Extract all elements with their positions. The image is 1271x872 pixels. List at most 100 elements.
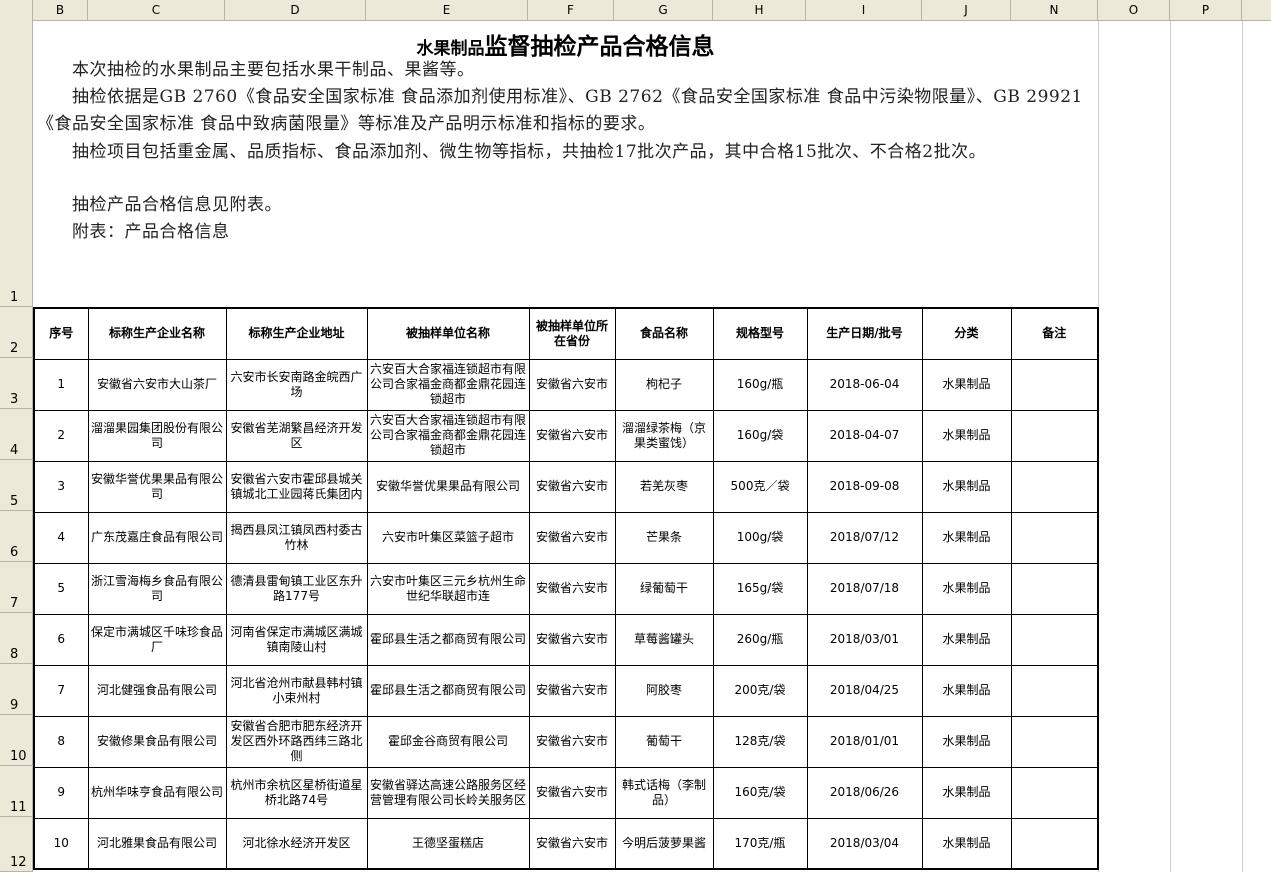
table-cell[interactable]: 安徽修果食品有限公司 xyxy=(87,715,227,768)
table-cell[interactable]: 安徽省驿达高速公路服务区经营管理有限公司长岭关服务区 xyxy=(366,766,530,819)
table-cell[interactable]: 10 xyxy=(33,817,89,870)
table-header-cell[interactable]: 规格型号 xyxy=(712,307,808,360)
table-cell[interactable]: 阿胶枣 xyxy=(614,664,714,717)
table-cell[interactable]: 草莓酱罐头 xyxy=(614,613,714,666)
table-cell[interactable]: 六安市叶集区三元乡杭州生命世纪华联超市连 xyxy=(366,562,530,615)
table-cell[interactable]: 安徽省六安市 xyxy=(528,613,616,666)
table-cell[interactable]: 杭州市余杭区星桥街道星桥北路74号 xyxy=(225,766,368,819)
table-cell[interactable]: 河北省沧州市献县韩村镇小束州村 xyxy=(225,664,368,717)
row-header-4[interactable]: 4 xyxy=(0,409,33,460)
table-cell[interactable]: 揭西县凤江镇凤西村委古竹林 xyxy=(225,511,368,564)
table-cell[interactable]: 安徽省六安市 xyxy=(528,715,616,768)
table-cell[interactable]: 水果制品 xyxy=(921,511,1012,564)
table-cell[interactable]: 水果制品 xyxy=(921,613,1012,666)
table-cell[interactable] xyxy=(1010,715,1099,768)
table-cell[interactable]: 安徽华誉优果果品有限公司 xyxy=(87,460,227,513)
table-cell[interactable]: 保定市满城区千味珍食品厂 xyxy=(87,613,227,666)
row-header-1[interactable]: 1 xyxy=(0,21,33,307)
table-cell[interactable]: 杭州华味亨食品有限公司 xyxy=(87,766,227,819)
table-cell[interactable] xyxy=(1010,613,1099,666)
table-cell[interactable] xyxy=(1010,409,1099,462)
table-cell[interactable]: 六安市叶集区菜篮子超市 xyxy=(366,511,530,564)
table-cell[interactable]: 安徽省六安市 xyxy=(528,562,616,615)
table-cell[interactable]: 128克/袋 xyxy=(712,715,808,768)
table-cell[interactable]: 260g/瓶 xyxy=(712,613,808,666)
column-header-n[interactable]: N xyxy=(1011,0,1098,21)
table-header-cell[interactable]: 分类 xyxy=(921,307,1012,360)
table-cell[interactable]: 水果制品 xyxy=(921,562,1012,615)
table-cell[interactable]: 8 xyxy=(33,715,89,768)
table-cell[interactable]: 河南省保定市满城区满城镇南陵山村 xyxy=(225,613,368,666)
table-cell[interactable]: 六安百大合家福连锁超市有限公司合家福金商都金鼎花园连锁超市 xyxy=(366,358,530,411)
table-cell[interactable]: 5 xyxy=(33,562,89,615)
table-cell[interactable] xyxy=(1010,562,1099,615)
row-header-5[interactable]: 5 xyxy=(0,460,33,511)
table-cell[interactable]: 今明后菠萝果酱 xyxy=(614,817,714,870)
table-cell[interactable]: 德清县雷甸镇工业区东升路177号 xyxy=(225,562,368,615)
table-cell[interactable]: 安徽省六安市 xyxy=(528,409,616,462)
table-header-cell[interactable]: 标称生产企业地址 xyxy=(225,307,368,360)
table-cell[interactable]: 160g/袋 xyxy=(712,409,808,462)
table-cell[interactable]: 9 xyxy=(33,766,89,819)
column-header-f[interactable]: F xyxy=(528,0,614,21)
table-cell[interactable]: 500克／袋 xyxy=(712,460,808,513)
table-cell[interactable]: 2018/07/18 xyxy=(806,562,923,615)
table-cell[interactable]: 2018/04/25 xyxy=(806,664,923,717)
table-cell[interactable] xyxy=(1010,766,1099,819)
table-cell[interactable] xyxy=(1010,817,1099,870)
table-cell[interactable]: 六安市长安南路金皖西广场 xyxy=(225,358,368,411)
table-cell[interactable]: 水果制品 xyxy=(921,409,1012,462)
table-cell[interactable]: 河北健强食品有限公司 xyxy=(87,664,227,717)
row-header-11[interactable]: 11 xyxy=(0,766,33,817)
table-cell[interactable]: 2018-04-07 xyxy=(806,409,923,462)
row-header-6[interactable]: 6 xyxy=(0,511,33,562)
table-cell[interactable]: 安徽省六安市 xyxy=(528,358,616,411)
column-header-o[interactable]: O xyxy=(1098,0,1170,21)
row-header-3[interactable]: 3 xyxy=(0,358,33,409)
table-cell[interactable]: 溜溜绿茶梅（京果类蜜饯） xyxy=(614,409,714,462)
table-cell[interactable]: 水果制品 xyxy=(921,460,1012,513)
column-header-h[interactable]: H xyxy=(713,0,806,21)
column-header-i[interactable]: I xyxy=(806,0,922,21)
column-header-j[interactable]: J xyxy=(922,0,1011,21)
table-cell[interactable] xyxy=(1010,511,1099,564)
table-cell[interactable]: 2018/06/26 xyxy=(806,766,923,819)
table-cell[interactable]: 2018-09-08 xyxy=(806,460,923,513)
table-cell[interactable]: 安徽省六安市霍邱县城关镇城北工业园蒋氏集团内 xyxy=(225,460,368,513)
table-cell[interactable]: 安徽省合肥市肥东经济开发区西外环路西纬三路北侧 xyxy=(225,715,368,768)
table-cell[interactable]: 7 xyxy=(33,664,89,717)
table-cell[interactable]: 100g/袋 xyxy=(712,511,808,564)
table-cell[interactable]: 安徽省芜湖繁昌经济开发区 xyxy=(225,409,368,462)
table-cell[interactable]: 广东茂嘉庄食品有限公司 xyxy=(87,511,227,564)
table-cell[interactable]: 六安百大合家福连锁超市有限公司合家福金商都金鼎花园连锁超市 xyxy=(366,409,530,462)
table-cell[interactable]: 160克/袋 xyxy=(712,766,808,819)
select-all-corner[interactable] xyxy=(0,0,33,21)
column-header-d[interactable]: D xyxy=(225,0,366,21)
table-cell[interactable]: 安徽省六安市 xyxy=(528,766,616,819)
row-header-7[interactable]: 7 xyxy=(0,562,33,613)
table-cell[interactable]: 160g/瓶 xyxy=(712,358,808,411)
table-cell[interactable]: 绿葡萄干 xyxy=(614,562,714,615)
table-cell[interactable]: 200克/袋 xyxy=(712,664,808,717)
row-header-12[interactable]: 12 xyxy=(0,817,33,872)
row-header-9[interactable]: 9 xyxy=(0,664,33,715)
table-cell[interactable]: 安徽省六安市 xyxy=(528,460,616,513)
table-cell[interactable]: 安徽省六安市 xyxy=(528,664,616,717)
table-cell[interactable]: 2018/01/01 xyxy=(806,715,923,768)
table-cell[interactable]: 1 xyxy=(33,358,89,411)
table-header-cell[interactable]: 备注 xyxy=(1010,307,1099,360)
table-cell[interactable]: 2 xyxy=(33,409,89,462)
table-cell[interactable]: 4 xyxy=(33,511,89,564)
table-cell[interactable]: 安徽华誉优果果品有限公司 xyxy=(366,460,530,513)
table-cell[interactable]: 2018/07/12 xyxy=(806,511,923,564)
table-cell[interactable]: 霍邱金谷商贸有限公司 xyxy=(366,715,530,768)
table-cell[interactable]: 安徽省六安市 xyxy=(528,511,616,564)
table-cell[interactable]: 3 xyxy=(33,460,89,513)
table-cell[interactable] xyxy=(1010,664,1099,717)
table-cell[interactable]: 溜溜果园集团股份有限公司 xyxy=(87,409,227,462)
table-cell[interactable]: 2018/03/01 xyxy=(806,613,923,666)
column-header-e[interactable]: E xyxy=(366,0,528,21)
intro-merged-cell[interactable]: 水果制品监督抽检产品合格信息 本次抽检的水果制品主要包括水果干制品、果酱等。 抽… xyxy=(33,21,1098,307)
column-header-b[interactable]: B xyxy=(33,0,88,21)
column-header-p[interactable]: P xyxy=(1170,0,1242,21)
